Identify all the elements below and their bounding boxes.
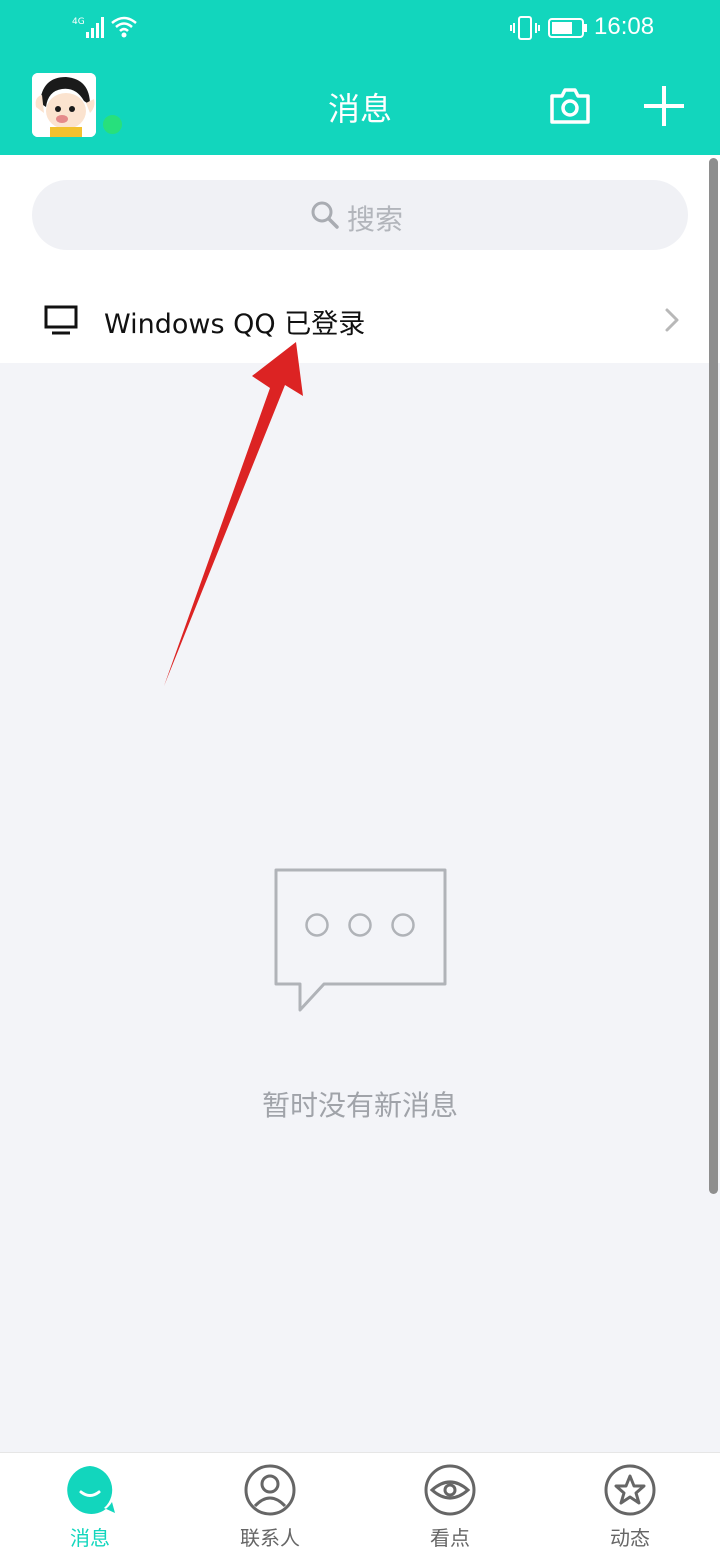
contact-icon (244, 1464, 296, 1516)
status-bar: 4G 16:08 (0, 0, 720, 56)
tab-messages[interactable]: 消息 (30, 1464, 150, 1554)
camera-button[interactable] (548, 84, 592, 128)
battery-icon (548, 18, 587, 38)
tab-label: 消息 (70, 1526, 110, 1550)
empty-state-message: 暂时没有新消息 (261, 1089, 458, 1122)
scrollbar[interactable] (709, 158, 718, 1194)
empty-chat-icon (274, 868, 447, 1012)
plus-icon (644, 86, 684, 126)
avatar-image (32, 73, 96, 137)
tab-feed[interactable]: 动态 (570, 1464, 690, 1554)
add-button[interactable] (640, 82, 688, 130)
chevron-right-icon (665, 308, 679, 332)
tab-label: 动态 (610, 1526, 650, 1550)
camera-icon (550, 88, 590, 124)
signal-icon: 4G (72, 17, 104, 38)
tab-label: 看点 (430, 1526, 470, 1550)
tab-discover[interactable]: 看点 (390, 1464, 510, 1554)
tab-contacts[interactable]: 联系人 (210, 1464, 330, 1554)
eye-icon (424, 1464, 476, 1516)
tab-label: 联系人 (240, 1526, 300, 1550)
wifi-icon (111, 16, 137, 38)
star-icon (604, 1464, 656, 1516)
monitor-icon (44, 305, 78, 335)
chat-bubble-icon (67, 1466, 115, 1514)
vibrate-icon (510, 16, 540, 40)
search-placeholder: 搜索 (347, 203, 404, 236)
network-type: 4G (72, 17, 85, 27)
avatar[interactable] (32, 73, 96, 137)
annotation-arrow-icon (164, 342, 303, 686)
status-time: 16:08 (594, 13, 655, 40)
online-status-dot (101, 113, 124, 136)
page-title: 消息 (327, 90, 392, 128)
search-icon (311, 201, 339, 229)
